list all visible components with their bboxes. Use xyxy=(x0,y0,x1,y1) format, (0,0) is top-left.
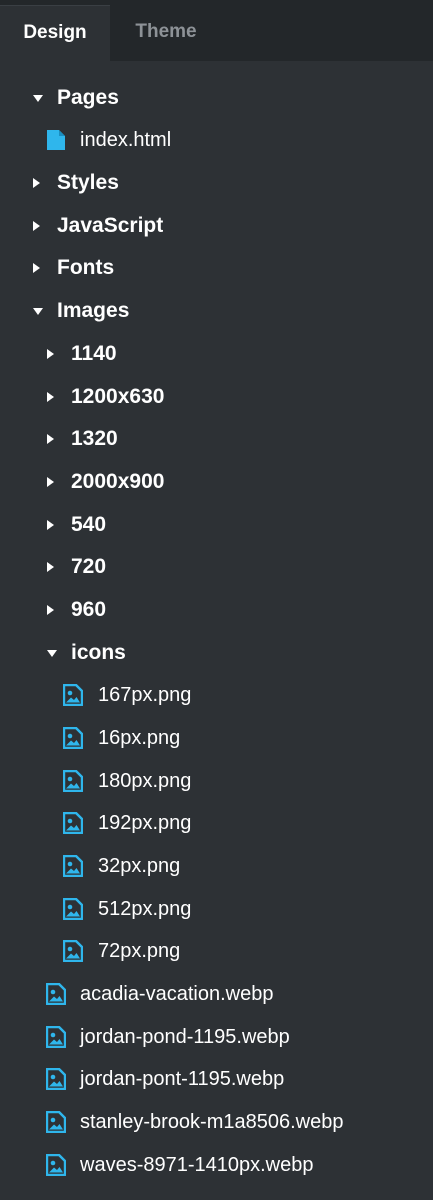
tree-item-label: jordan-pont-1195.webp xyxy=(80,1068,285,1090)
tree-file[interactable]: 72px.png xyxy=(0,930,433,972)
tree-item-label: 512px.png xyxy=(98,898,192,920)
tree-folder[interactable]: JavaScript xyxy=(0,205,433,247)
tree-folder[interactable]: Fonts xyxy=(0,247,433,289)
image-icon xyxy=(45,1025,67,1049)
image-icon xyxy=(62,897,84,921)
tab-bar: Design Theme xyxy=(0,0,433,61)
tree-file[interactable]: stanley-brook-m1a8506.webp xyxy=(0,1101,433,1143)
tree-folder[interactable]: 1320 xyxy=(0,418,433,460)
tree-folder[interactable]: 540 xyxy=(0,504,433,546)
tree-item-label: jordan-pond-1195.webp xyxy=(80,1026,290,1048)
caret-right-icon[interactable] xyxy=(33,263,40,273)
tree-item-label: waves-8971-1410px.webp xyxy=(80,1154,314,1176)
tree-file[interactable]: 167px.png xyxy=(0,674,433,716)
caret-right-icon[interactable] xyxy=(47,392,54,402)
image-icon xyxy=(45,982,67,1006)
caret-right-icon[interactable] xyxy=(33,178,40,188)
tree-file[interactable]: acadia-vacation.webp xyxy=(0,973,433,1015)
tree-folder[interactable]: 720 xyxy=(0,546,433,588)
tab-theme[interactable]: Theme xyxy=(110,5,222,61)
tree-item-label: 16px.png xyxy=(98,727,181,749)
caret-right-icon[interactable] xyxy=(47,562,54,572)
caret-down-icon[interactable] xyxy=(33,308,43,315)
tree-file[interactable]: 16px.png xyxy=(0,717,433,759)
caret-down-icon[interactable] xyxy=(47,650,57,657)
tree-file[interactable]: jordan-pond-1195.webp xyxy=(0,1016,433,1058)
tree-item-label: acadia-vacation.webp xyxy=(80,983,274,1005)
tree-item-label: 72px.png xyxy=(98,940,181,962)
tree-folder[interactable]: 1200x630 xyxy=(0,376,433,418)
tree-item-label: JavaScript xyxy=(57,214,164,237)
tree-item-label: 192px.png xyxy=(98,812,192,834)
tree-folder[interactable]: icons xyxy=(0,632,433,674)
image-icon xyxy=(45,1110,67,1134)
tree-item-label: index.html xyxy=(80,129,172,151)
image-icon xyxy=(62,769,84,793)
caret-right-icon[interactable] xyxy=(47,605,54,615)
tree-item-label: Fonts xyxy=(57,256,115,279)
tree-item-label: Pages xyxy=(57,86,119,109)
image-icon xyxy=(45,1153,67,1177)
tree-item-label: Styles xyxy=(57,171,119,194)
tree-folder[interactable]: 960 xyxy=(0,589,433,631)
tree-folder[interactable]: Pages xyxy=(0,77,433,119)
tree-file[interactable]: 192px.png xyxy=(0,802,433,844)
tree-item-label: 1320 xyxy=(71,427,118,450)
tree-file[interactable]: 32px.png xyxy=(0,845,433,887)
caret-right-icon[interactable] xyxy=(47,520,54,530)
tree-folder[interactable]: 1140 xyxy=(0,333,433,375)
tree-item-label: 1140 xyxy=(71,342,117,365)
image-icon xyxy=(45,1067,67,1091)
tree-item-label: stanley-brook-m1a8506.webp xyxy=(80,1111,344,1133)
tree-item-label: icons xyxy=(71,641,126,664)
caret-right-icon[interactable] xyxy=(47,434,54,444)
tree-folder[interactable]: Styles xyxy=(0,162,433,204)
tree-item-label: 2000x900 xyxy=(71,470,165,493)
image-icon xyxy=(62,811,84,835)
tree-file[interactable]: waves-8971-1410px.webp xyxy=(0,1144,433,1186)
tree-item-label: 180px.png xyxy=(98,770,192,792)
caret-right-icon[interactable] xyxy=(33,221,40,231)
tree-folder[interactable]: 2000x900 xyxy=(0,461,433,503)
tree-item-label: Images xyxy=(57,299,130,322)
tree-item-label: 720 xyxy=(71,555,107,578)
tree-item-label: 1200x630 xyxy=(71,385,165,408)
tree-file[interactable]: 180px.png xyxy=(0,760,433,802)
tree-item-label: 960 xyxy=(71,598,107,621)
caret-right-icon[interactable] xyxy=(47,349,54,359)
tree-item-label: 540 xyxy=(71,513,107,536)
image-icon xyxy=(62,683,84,707)
tree-item-label: 32px.png xyxy=(98,855,181,877)
file-icon xyxy=(46,129,66,151)
tree-item-label: 167px.png xyxy=(98,684,192,706)
tree-file[interactable]: jordan-pont-1195.webp xyxy=(0,1058,433,1100)
image-icon xyxy=(62,939,84,963)
tree-file[interactable]: 512px.png xyxy=(0,888,433,930)
image-icon xyxy=(62,726,84,750)
image-icon xyxy=(62,854,84,878)
tree-folder[interactable]: Images xyxy=(0,290,433,332)
caret-right-icon[interactable] xyxy=(47,477,54,487)
tab-design[interactable]: Design xyxy=(0,5,110,61)
tree-file[interactable]: index.html xyxy=(0,119,433,161)
caret-down-icon[interactable] xyxy=(33,95,43,102)
